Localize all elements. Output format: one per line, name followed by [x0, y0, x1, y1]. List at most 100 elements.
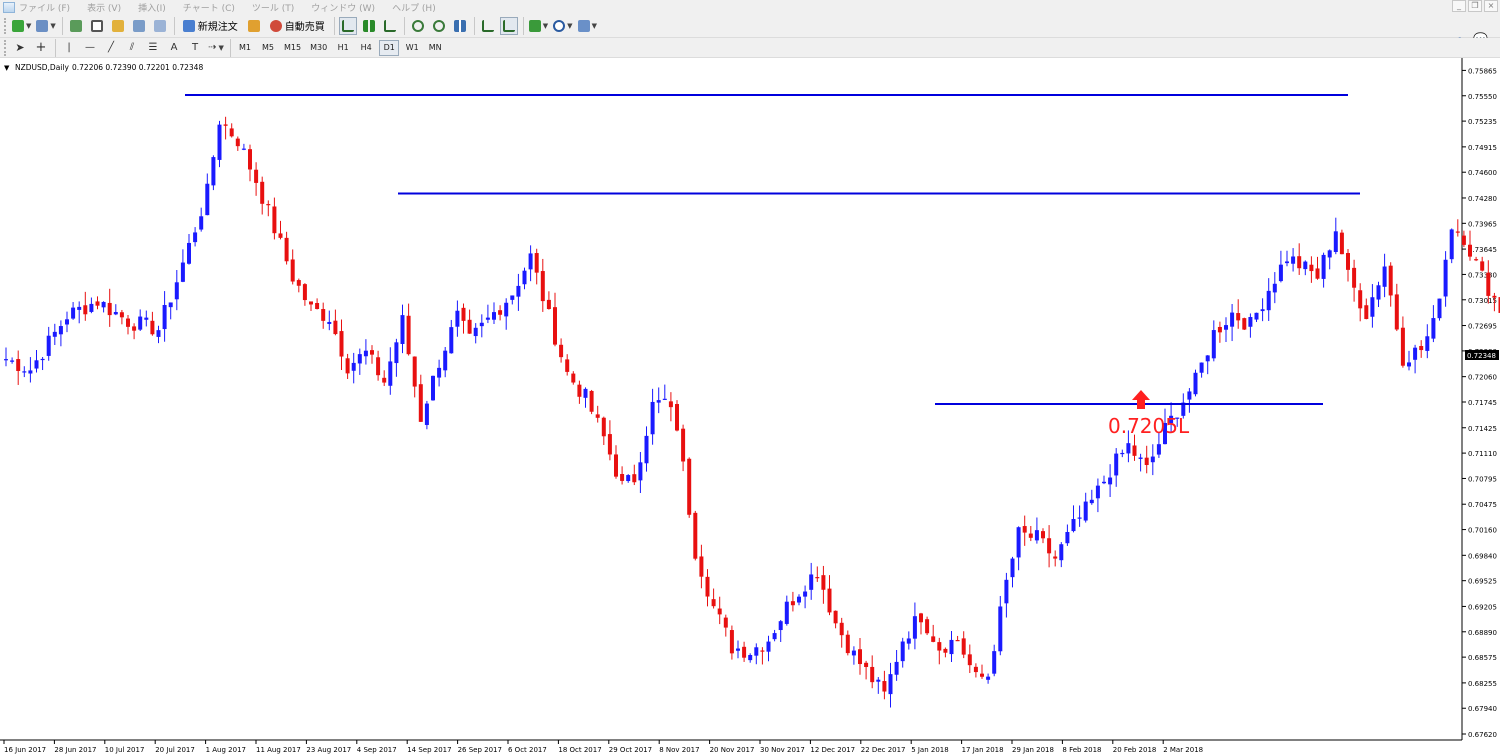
- price-tick-label: 0.73330: [1468, 271, 1497, 279]
- candlestick-icon: [362, 19, 375, 32]
- menu-bar: ファイル (F) 表示 (V) 挿入(I) チャート (C) ツール (T) ウ…: [0, 0, 1500, 14]
- timeframe-h1[interactable]: H1: [333, 40, 353, 56]
- line-chart-icon: [383, 19, 396, 32]
- menu-insert[interactable]: 挿入(I): [138, 1, 166, 14]
- data-window-button[interactable]: [88, 17, 106, 35]
- menu-help[interactable]: ヘルプ (H): [392, 1, 436, 14]
- time-tick-label: 2 Mar 2018: [1163, 746, 1203, 754]
- channel-button[interactable]: ⫽: [123, 39, 141, 57]
- chart-shift-button[interactable]: [479, 17, 497, 35]
- auto-scroll-button[interactable]: [499, 16, 518, 35]
- time-tick-label: 30 Nov 2017: [760, 746, 805, 754]
- arrows-button[interactable]: ⇢ ▼: [207, 39, 225, 57]
- clock-icon: [553, 19, 566, 32]
- strategy-tester-button[interactable]: [151, 17, 169, 35]
- chevron-down-icon: ▼: [218, 43, 224, 52]
- price-tick-label: 0.70795: [1468, 475, 1497, 483]
- timeframe-m30[interactable]: M30: [307, 40, 330, 56]
- timeframe-m5[interactable]: M5: [258, 40, 278, 56]
- vertical-line-button[interactable]: |: [60, 39, 78, 57]
- bar-chart-button[interactable]: [338, 16, 357, 35]
- text-label-button[interactable]: T: [186, 39, 204, 57]
- time-tick-label: 4 Sep 2017: [357, 746, 397, 754]
- price-chart[interactable]: 0.75865 0.75550 0.75235 0.74915 0.74600 0.742…: [0, 58, 1500, 756]
- price-tick-label: 0.67620: [1468, 731, 1497, 739]
- time-tick-label: 23 Aug 2017: [306, 746, 351, 754]
- zoom-out-button[interactable]: [430, 17, 448, 35]
- price-tick-label: 0.68890: [1468, 629, 1497, 637]
- timeframe-m15[interactable]: M15: [281, 40, 304, 56]
- terminal-icon: [132, 19, 145, 32]
- time-tick-label: 11 Aug 2017: [256, 746, 301, 754]
- fibonacci-button[interactable]: ☰: [144, 39, 162, 57]
- timeframe-h4[interactable]: H4: [356, 40, 376, 56]
- navigator-button[interactable]: [109, 17, 127, 35]
- template-icon: [577, 19, 590, 32]
- auto-trading-button[interactable]: 自動売買: [266, 17, 329, 35]
- new-order-button[interactable]: 新規注文: [179, 17, 242, 35]
- time-tick-label: 8 Feb 2018: [1062, 746, 1101, 754]
- fibonacci-icon: ☰: [148, 42, 158, 53]
- horizontal-line-button[interactable]: —: [81, 39, 99, 57]
- menu-chart[interactable]: チャート (C): [183, 1, 235, 14]
- time-tick-label: 10 Jul 2017: [105, 746, 145, 754]
- line-chart-button[interactable]: [381, 17, 399, 35]
- price-tick-label: 0.69525: [1468, 578, 1497, 586]
- indicators-button[interactable]: ▼: [528, 17, 549, 35]
- price-tick-label: 0.73015: [1468, 297, 1497, 305]
- time-tick-label: 20 Jul 2017: [155, 746, 195, 754]
- templates-button[interactable]: ▼: [577, 17, 598, 35]
- time-tick-label: 16 Jun 2017: [4, 746, 46, 754]
- crosshair-icon: +: [35, 40, 47, 55]
- zoom-out-icon: [432, 19, 445, 32]
- price-tick-label: 0.73965: [1468, 220, 1497, 228]
- restore-icon[interactable]: ❐: [1468, 0, 1482, 12]
- chart-header-triangle-icon: ▼: [4, 64, 10, 72]
- chart-window[interactable]: 0.75865 0.75550 0.75235 0.74915 0.74600 0.742…: [0, 58, 1500, 756]
- chart-ohlc-values: 0.72206 0.72390 0.72201 0.72348: [72, 63, 203, 72]
- line-studies-toolbar: ➤ + | — ╱ ⫽ ☰ A T ⇢ ▼ M1 M5 M15 M30 H1 H4…: [0, 38, 1500, 58]
- bear-candle: [925, 616, 930, 636]
- candlestick-button[interactable]: [360, 17, 378, 35]
- bull-candle: [1193, 369, 1198, 397]
- menu-tools[interactable]: ツール (T): [252, 1, 294, 14]
- minimize-icon[interactable]: _: [1452, 0, 1466, 12]
- price-tick-label: 0.75550: [1468, 93, 1497, 101]
- new-chart-icon: [12, 19, 24, 32]
- price-tick-label: 0.67940: [1468, 705, 1497, 713]
- crosshair-button[interactable]: +: [32, 39, 50, 57]
- time-tick-label: 28 Jun 2017: [54, 746, 96, 754]
- new-chart-button[interactable]: ▼: [11, 17, 32, 35]
- zoom-in-button[interactable]: [409, 17, 427, 35]
- timeframe-mn[interactable]: MN: [425, 40, 445, 56]
- tile-windows-button[interactable]: [451, 17, 469, 35]
- terminal-button[interactable]: [130, 17, 148, 35]
- text-label-icon: T: [191, 42, 199, 53]
- text-icon: A: [170, 42, 178, 53]
- menu-file[interactable]: ファイル (F): [19, 1, 70, 14]
- metaeditor-button[interactable]: [245, 17, 263, 35]
- menu-window[interactable]: ウィンドウ (W): [311, 1, 375, 14]
- time-tick-label: 20 Nov 2017: [710, 746, 755, 754]
- timeframe-m1[interactable]: M1: [235, 40, 255, 56]
- auto-trading-label: 自動売買: [284, 22, 325, 33]
- market-watch-button[interactable]: [67, 17, 85, 35]
- timeframe-w1[interactable]: W1: [402, 40, 422, 56]
- profiles-icon: [36, 19, 49, 32]
- profiles-button[interactable]: ▼: [35, 17, 56, 35]
- bear-candle: [675, 400, 679, 432]
- toolbar-grip[interactable]: [4, 39, 7, 56]
- trendline-button[interactable]: ╱: [102, 39, 120, 57]
- close-icon[interactable]: ×: [1484, 0, 1498, 12]
- cursor-button[interactable]: ➤: [11, 39, 29, 57]
- folder-star-icon: [111, 19, 124, 32]
- bear-candle: [1242, 317, 1247, 331]
- menu-view[interactable]: 表示 (V): [87, 1, 121, 14]
- periods-button[interactable]: ▼: [552, 17, 573, 35]
- toolbar-grip[interactable]: [4, 17, 7, 34]
- bull-candle: [431, 375, 435, 401]
- zoom-in-icon: [411, 19, 424, 32]
- text-button[interactable]: A: [165, 39, 183, 57]
- price-tick-label: 0.70160: [1468, 527, 1497, 535]
- timeframe-d1[interactable]: D1: [379, 39, 400, 56]
